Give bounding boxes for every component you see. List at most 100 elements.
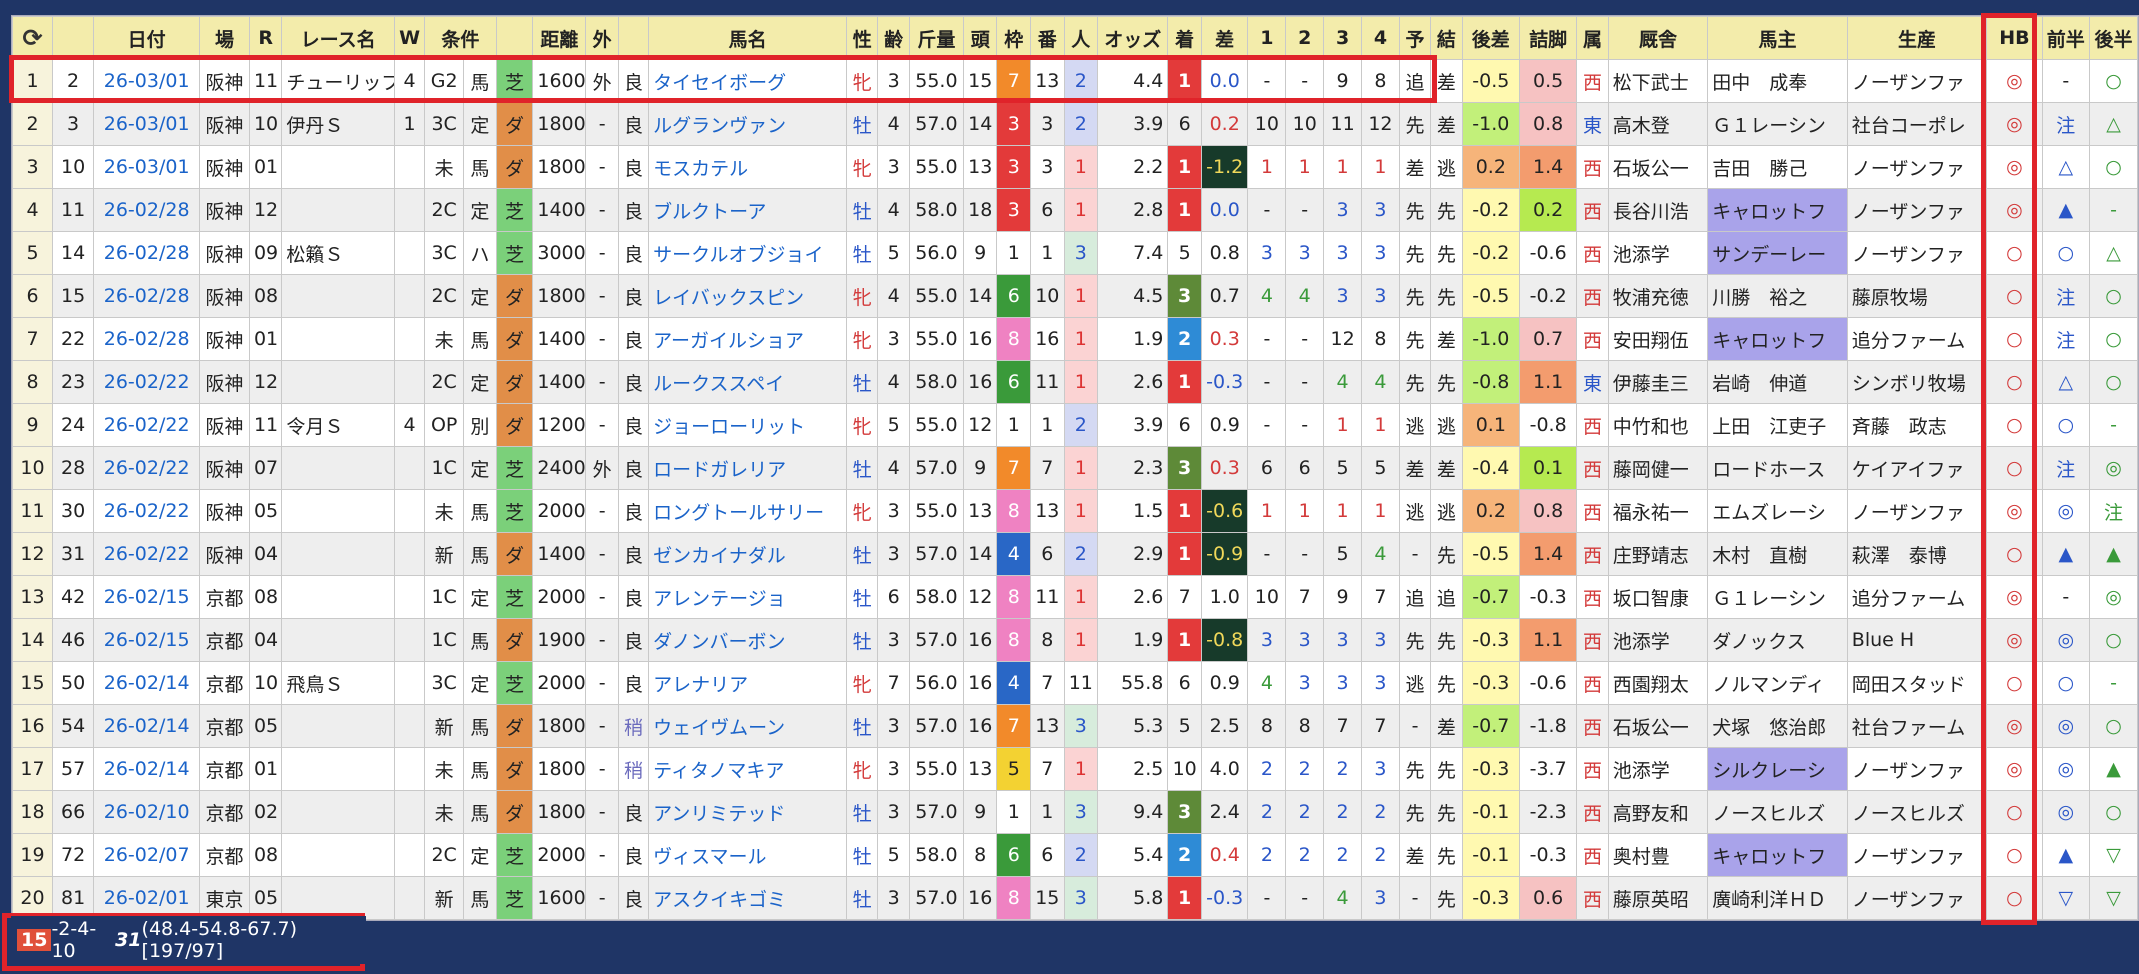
race-date-link[interactable]: 26-02/22 — [93, 360, 201, 404]
race-date-link[interactable]: 26-02/14 — [93, 661, 201, 705]
race-date-link[interactable]: 26-02/01 — [93, 876, 201, 920]
table-row[interactable]: 14 46 26-02/15 京都 04 1C 馬ダ 1900- 良ダノンバーボン牡 3 57.0 1… — [11, 618, 2138, 662]
col-header-p4[interactable]: 4 — [1361, 16, 1400, 60]
table-row[interactable]: 3 10 26-03/01 阪神 01 未馬ダ 1800- 良モスカテル牝 3 55.0 13 3 3 1… — [11, 145, 2138, 189]
horse-name-link[interactable]: レイバックスピン — [648, 274, 848, 318]
col-header-diff[interactable]: 差 — [1200, 16, 1249, 60]
col-header-frame[interactable]: 枠 — [996, 16, 1032, 60]
table-row[interactable]: 8 23 26-02/22 阪神 12 2C 定ダ 1400- 良ルークススペイ牡 4 58.0 16… — [11, 360, 2138, 404]
table-row[interactable]: 1 2 26-03/01 阪神 11 チューリップ 4 G2 馬芝 1600 外良タイセイボーグ牝 3… — [11, 59, 2138, 103]
race-date-link[interactable]: 26-02/15 — [93, 618, 201, 662]
horse-name-link[interactable]: ジョーローリット — [648, 403, 848, 447]
col-header-heads[interactable]: 頭 — [962, 16, 998, 60]
table-row[interactable]: 18 66 26-02/10 京都 02 未馬ダ 1800- 良アンリミテッド牡 3 57.0 9 1… — [11, 790, 2138, 834]
horse-name-link[interactable]: モスカテル — [648, 145, 848, 189]
col-header-tsume[interactable]: 詰脚 — [1518, 16, 1578, 60]
table-row[interactable]: 12 31 26-02/22 阪神 04 新馬ダ 1400- 良ゼンカイナダル牡 3 57.0 14… — [11, 532, 2138, 576]
col-header-owner[interactable]: 馬主 — [1707, 16, 1848, 60]
horse-name-link[interactable]: ロングトールサリー — [648, 489, 848, 533]
race-date-link[interactable]: 26-02/22 — [93, 532, 201, 576]
tsumeashi: -3.7 — [1518, 747, 1578, 791]
horse-name-link[interactable]: アレンテージョ — [648, 575, 848, 619]
horse-name-link[interactable]: アンリミテッド — [648, 790, 848, 834]
col-header-cls[interactable]: 条件 — [424, 16, 497, 60]
col-header-kou[interactable]: 後半 — [2089, 16, 2138, 60]
col-header-sex[interactable]: 性 — [846, 16, 879, 60]
table-row[interactable]: 10 28 26-02/22 阪神 07 1C 定芝 2400 外良ロードガレリア牡 4 57.0 9… — [11, 446, 2138, 490]
col-header-zoku[interactable]: 属 — [1576, 16, 1609, 60]
col-header-r[interactable]: R — [248, 16, 283, 60]
table-row[interactable]: 5 14 26-02/28 阪神 09 松籟Ｓ 3C ハ芝 3000- 良サークルオブジョイ牡 5 5… — [11, 231, 2138, 275]
col-header-pop[interactable]: 人 — [1063, 16, 1099, 60]
horse-name-link[interactable]: ルークススペイ — [648, 360, 848, 404]
col-header-horse[interactable]: 馬名 — [648, 16, 848, 60]
col-header-age[interactable]: 齢 — [877, 16, 910, 60]
refresh-button[interactable]: ⟳ — [11, 16, 54, 60]
col-header-kin[interactable]: 斤量 — [908, 16, 964, 60]
field-size: 16 — [962, 661, 998, 705]
table-row[interactable]: 2 3 26-03/01 阪神 10 伊丹Ｓ 1 3C 定ダ 1800- 良ルグランヴァン牡 4 57.… — [11, 102, 2138, 146]
col-header-stable[interactable]: 厩舎 — [1607, 16, 1709, 60]
horse-name-link[interactable]: アスクイキゴミ — [648, 876, 848, 920]
col-header-yo[interactable]: 予 — [1398, 16, 1432, 60]
col-header-track[interactable]: 場 — [199, 16, 250, 60]
horse-name-link[interactable]: ティタノマキア — [648, 747, 848, 791]
table-row[interactable]: 16 54 26-02/14 京都 05 新馬ダ 1800- 稍ウェイヴムーン牡 3 57.0 16… — [11, 704, 2138, 748]
col-header-surf[interactable] — [495, 16, 534, 60]
race-date-link[interactable]: 26-02/14 — [93, 704, 201, 748]
race-date-link[interactable]: 26-02/14 — [93, 747, 201, 791]
col-header-num[interactable]: 番 — [1030, 16, 1065, 60]
horse-name-link[interactable]: ヴィスマール — [648, 833, 848, 877]
table-row[interactable]: 15 50 26-02/14 京都 10 飛鳥Ｓ 3C 定芝 2000- 良アレナリア牝 7 56.0… — [11, 661, 2138, 705]
table-row[interactable]: 19 72 26-02/07 京都 08 2C 定芝 2000- 良ヴィスマール牡 5 58.0 8 6… — [11, 833, 2138, 877]
race-date-link[interactable]: 26-02/22 — [93, 489, 201, 533]
horse-name-link[interactable]: ロードガレリア — [648, 446, 848, 490]
horse-name-link[interactable]: アレナリア — [648, 661, 848, 705]
table-row[interactable]: 9 24 26-02/22 阪神 11 令月Ｓ 4 OP 別ダ 1200- 良ジョーローリット牝 5 5… — [11, 403, 2138, 447]
horse-name-link[interactable]: ルグランヴァン — [648, 102, 848, 146]
col-header-dist[interactable]: 距離 — [532, 16, 587, 60]
col-header-p2[interactable]: 2 — [1285, 16, 1325, 60]
race-date-link[interactable]: 26-02/28 — [93, 188, 201, 232]
col-header-out[interactable]: 外 — [585, 16, 619, 60]
col-header-race[interactable]: レース名 — [281, 16, 395, 60]
horse-name-link[interactable]: アーガイルショア — [648, 317, 848, 361]
table-row[interactable]: 13 42 26-02/15 京都 08 1C 定芝 2000- 良アレンテージョ牡 6 58.0 1… — [11, 575, 2138, 619]
race-date-link[interactable]: 26-02/28 — [93, 274, 201, 318]
table-row[interactable]: 17 57 26-02/14 京都 01 未馬ダ 1800- 稍ティタノマキア牝 3 55.0 13… — [11, 747, 2138, 791]
col-header-going[interactable] — [617, 16, 650, 60]
horse-name-link[interactable]: ウェイヴムーン — [648, 704, 848, 748]
col-header-hb[interactable]: HB — [1986, 16, 2043, 60]
table-row[interactable]: 20 81 26-02/01 東京 05 新馬芝 1600- 良アスクイキゴミ牡 3 57.0 16… — [11, 876, 2138, 920]
race-date-link[interactable]: 26-03/01 — [93, 145, 201, 189]
race-date-link[interactable]: 26-02/28 — [93, 317, 201, 361]
horse-name-link[interactable]: サークルオブジョイ — [648, 231, 848, 275]
col-header-p3[interactable]: 3 — [1323, 16, 1363, 60]
horse-name-link[interactable]: ゼンカイナダル — [648, 532, 848, 576]
race-date-link[interactable]: 26-02/28 — [93, 231, 201, 275]
race-date-link[interactable]: 26-02/22 — [93, 403, 201, 447]
race-date-link[interactable]: 26-03/01 — [93, 102, 201, 146]
col-header-kohsa[interactable]: 後差 — [1461, 16, 1520, 60]
col-header-p1[interactable]: 1 — [1247, 16, 1287, 60]
table-row[interactable]: 7 22 26-02/28 阪神 01 未馬ダ 1400- 良アーガイルショア牝 3 55.0 16… — [11, 317, 2138, 361]
col-header-fin[interactable]: 着 — [1167, 16, 1202, 60]
race-date-link[interactable]: 26-02/10 — [93, 790, 201, 834]
horse-name-link[interactable]: タイセイボーグ — [648, 59, 848, 103]
horse-name-link[interactable]: ブルクトーア — [648, 188, 848, 232]
col-header-id[interactable] — [52, 16, 95, 60]
col-header-zen[interactable]: 前半 — [2041, 16, 2091, 60]
col-header-breeder[interactable]: 生産 — [1846, 16, 1988, 60]
table-row[interactable]: 6 15 26-02/28 阪神 08 2C 定ダ 1800- 良レイバックスピン牝 4 55.0 1… — [11, 274, 2138, 318]
col-header-ke[interactable]: 結 — [1430, 16, 1463, 60]
race-date-link[interactable]: 26-02/15 — [93, 575, 201, 619]
col-header-w[interactable]: W — [393, 16, 426, 60]
race-date-link[interactable]: 26-02/22 — [93, 446, 201, 490]
table-row[interactable]: 11 30 26-02/22 阪神 05 未馬芝 2000- 良ロングトールサリー牝 3 55.0… — [11, 489, 2138, 533]
col-header-odds[interactable]: オッズ — [1097, 16, 1169, 60]
table-row[interactable]: 4 11 26-02/28 阪神 12 2C 定芝 1400- 良ブルクトーア牡 4 58.0 18 3… — [11, 188, 2138, 232]
col-header-date[interactable]: 日付 — [93, 16, 201, 60]
horse-name-link[interactable]: ダノンバーボン — [648, 618, 848, 662]
race-date-link[interactable]: 26-02/07 — [93, 833, 201, 877]
race-date-link[interactable]: 26-03/01 — [93, 59, 201, 103]
